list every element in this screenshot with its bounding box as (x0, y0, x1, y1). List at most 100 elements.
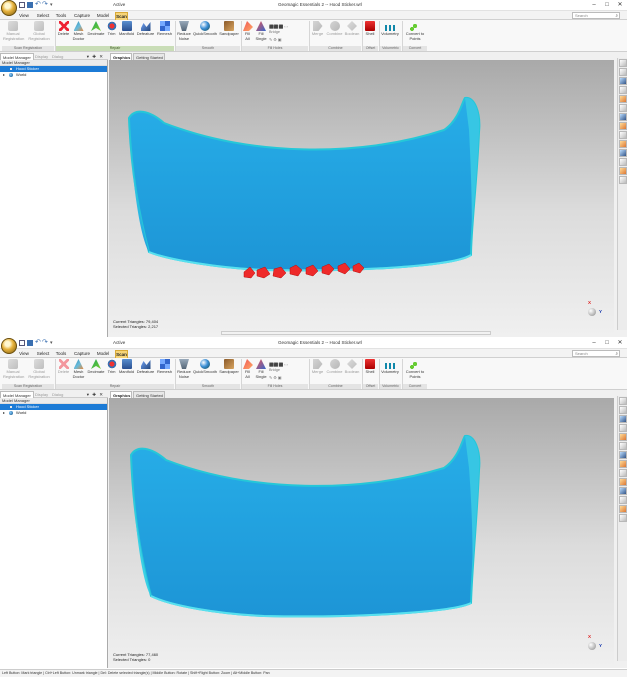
app-logo-icon[interactable] (1, 338, 17, 354)
view-tool-icon[interactable] (619, 158, 627, 166)
view-tool-icon[interactable] (619, 140, 627, 148)
tab-select[interactable]: Select (36, 12, 50, 20)
quicksmooth-button[interactable]: QuickSmooth (193, 359, 217, 383)
combine-button[interactable]: Combine (326, 21, 343, 45)
redo-icon[interactable]: ↷ (42, 339, 48, 346)
global-registration-button[interactable]: Global Registration (27, 359, 51, 383)
tab-view[interactable]: View (19, 350, 29, 358)
delete-button[interactable]: Delete (57, 359, 70, 383)
graphics-viewport[interactable]: Current Triangles: 79,404 Selected Trian… (109, 60, 614, 337)
hood-mesh-model[interactable] (109, 60, 614, 337)
view-tool-icon[interactable] (619, 406, 627, 414)
tab-getting-started[interactable]: Getting Started (133, 391, 165, 398)
tab-capture[interactable]: Capture (73, 350, 91, 358)
manual-registration-button[interactable]: Manual Registration (3, 359, 24, 383)
view-tool-icon[interactable] (619, 424, 627, 432)
view-tool-icon[interactable] (619, 487, 627, 495)
view-tool-icon[interactable] (619, 469, 627, 477)
view-tool-icon[interactable] (619, 149, 627, 157)
tab-tools[interactable]: Tools (55, 12, 67, 20)
reduce-noise-button[interactable]: Reduce Noise (177, 21, 191, 45)
merge-button[interactable]: Merge (311, 21, 324, 45)
remesh-button[interactable]: Remesh (156, 21, 173, 45)
view-tool-icon[interactable] (619, 131, 627, 139)
bridge-button[interactable]: Bridge (269, 368, 280, 372)
fill-single-button[interactable]: Fill Single (255, 359, 267, 383)
fill-single-button[interactable]: Fill Single (255, 21, 267, 45)
view-tool-icon[interactable] (619, 122, 627, 130)
merge-button[interactable]: Merge (311, 359, 324, 383)
boolean-button[interactable]: Boolean (344, 21, 360, 45)
bridge-button[interactable]: Bridge (269, 30, 280, 34)
sandpaper-button[interactable]: Sandpaper (218, 21, 240, 45)
mesh-doctor-button[interactable]: Mesh Doctor (71, 21, 86, 45)
view-tool-icon[interactable] (619, 496, 627, 504)
tab-graphics[interactable]: Graphics (110, 391, 132, 398)
view-tool-icon[interactable] (619, 104, 627, 112)
tab-dialog[interactable]: Dialog (50, 53, 65, 60)
tab-display[interactable]: Display (33, 53, 50, 60)
view-tool-icon[interactable] (619, 442, 627, 450)
view-tool-icon[interactable] (619, 77, 627, 85)
boolean-button[interactable]: Boolean (344, 359, 360, 383)
search-icon[interactable]: ⌕ (615, 351, 618, 356)
shell-button[interactable]: Shell (364, 21, 376, 45)
tab-graphics[interactable]: Graphics (110, 53, 132, 60)
view-tool-icon[interactable] (619, 113, 627, 121)
trim-button[interactable]: Trim (106, 21, 117, 45)
tab-display[interactable]: Display (33, 391, 50, 398)
tab-getting-started[interactable]: Getting Started (133, 53, 165, 60)
view-tool-icon[interactable] (619, 415, 627, 423)
remesh-button[interactable]: Remesh (156, 359, 173, 383)
manifold-button[interactable]: Manifold (118, 21, 135, 45)
view-tool-icon[interactable] (619, 95, 627, 103)
manifold-button[interactable]: Manifold (118, 359, 135, 383)
fill-small-tools-icon[interactable]: ✎ ⚙ ▣ (269, 37, 281, 42)
close-button[interactable]: ✕ (615, 1, 625, 10)
mesh-doctor-button[interactable]: Mesh Doctor (71, 359, 86, 383)
view-tool-icon[interactable] (619, 59, 627, 67)
tab-scan[interactable]: Scan (115, 350, 128, 358)
view-tool-icon[interactable] (619, 176, 627, 184)
minimize-button[interactable]: – (589, 339, 599, 348)
minimize-button[interactable]: – (589, 1, 599, 10)
dialog-strip[interactable] (221, 331, 491, 335)
tab-dialog[interactable]: Dialog (50, 391, 65, 398)
maximize-button[interactable]: □ (602, 339, 612, 348)
view-tool-icon[interactable] (619, 397, 627, 405)
defeature-button[interactable]: Defeature (136, 359, 155, 383)
view-tool-icon[interactable] (619, 433, 627, 441)
convert-to-points-button[interactable]: Convert to Points (404, 359, 426, 383)
volumetry-button[interactable]: Volumetry (380, 359, 400, 383)
search-input[interactable]: Search ⌕ (572, 12, 620, 19)
fill-all-button[interactable]: Fill All (243, 21, 253, 45)
save-icon[interactable] (27, 2, 33, 8)
trim-button[interactable]: Trim (106, 359, 117, 383)
view-tool-icon[interactable] (619, 478, 627, 486)
app-logo-icon[interactable] (1, 0, 17, 16)
close-button[interactable]: ✕ (615, 339, 625, 348)
undo-icon[interactable]: ↶ (35, 339, 41, 346)
view-tool-icon[interactable] (619, 167, 627, 175)
tab-model-manager[interactable]: Model Manager (0, 391, 34, 398)
global-registration-button[interactable]: Global Registration (27, 21, 51, 45)
graphics-viewport[interactable]: Current Triangles: 77,460 Selected Trian… (109, 398, 614, 668)
new-file-icon[interactable] (19, 2, 25, 8)
tab-select[interactable]: Select (36, 350, 50, 358)
fill-small-tools-icon[interactable]: ✎ ⚙ ▣ (269, 375, 281, 380)
tree-item-world[interactable]: ▸ World (0, 72, 107, 78)
view-tool-icon[interactable] (619, 505, 627, 513)
tab-model[interactable]: Model (96, 12, 110, 20)
hood-mesh-model[interactable] (109, 398, 614, 668)
expand-icon[interactable]: ▸ (3, 410, 5, 416)
convert-to-points-button[interactable]: Convert to Points (404, 21, 426, 45)
search-input[interactable]: Search ⌕ (572, 350, 620, 357)
defeature-button[interactable]: Defeature (136, 21, 155, 45)
quick-access-dropdown-icon[interactable]: ▾ (50, 340, 56, 346)
combine-button[interactable]: Combine (326, 359, 343, 383)
save-icon[interactable] (27, 340, 33, 346)
tab-model[interactable]: Model (96, 350, 110, 358)
sandpaper-button[interactable]: Sandpaper (218, 359, 240, 383)
search-icon[interactable]: ⌕ (615, 13, 618, 18)
volumetry-button[interactable]: Volumetry (380, 21, 400, 45)
